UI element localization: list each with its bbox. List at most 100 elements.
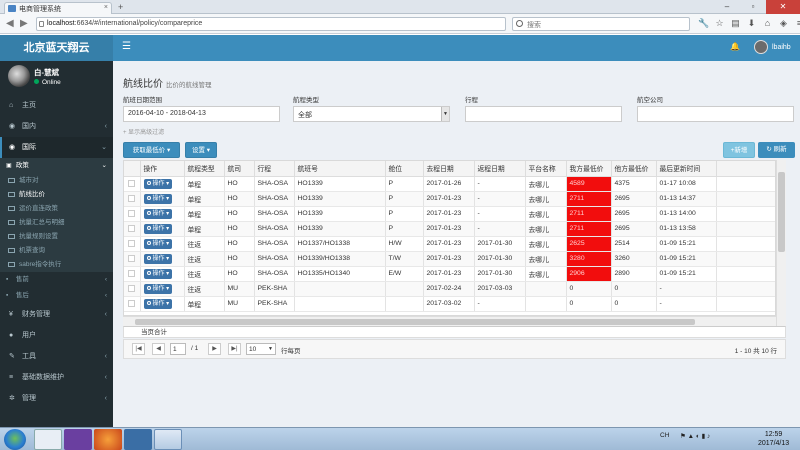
browser-search-input[interactable]: 搜索 (512, 17, 690, 31)
table-row[interactable]: 操作 ▾ 单程 HO SHA-OSA HO1339 P 2017-01-23- 去哪儿 2711… (124, 206, 775, 222)
advanced-filter-link[interactable]: + 显示高级过滤 (123, 127, 164, 136)
horizontal-scrollbar[interactable] (123, 316, 776, 326)
row-op-button[interactable]: 操作 ▾ (143, 223, 173, 234)
sidebar-item-home[interactable]: ⌂ 主页 (0, 95, 113, 116)
column-header[interactable]: 航司 (224, 161, 255, 177)
get-lowest-price-button[interactable]: 获取最低价 ▾ (123, 142, 180, 158)
sidebar-item-policy[interactable]: ▣ 政策 ⌄ (0, 158, 113, 174)
tools-icon[interactable]: 🔧 (698, 17, 709, 30)
input-language[interactable]: CH (660, 432, 669, 439)
sidebar-item-finance[interactable]: ¥ 财务管理 ‹ (0, 304, 113, 325)
row-op-button[interactable]: 操作 ▾ (143, 178, 173, 189)
start-button[interactable] (4, 429, 26, 450)
table-row[interactable]: 操作 ▾ 单程 MU PEK-SHA 2017-03-02-0 0- (124, 296, 775, 312)
next-page-button[interactable]: ▶ (208, 343, 221, 355)
row-op-button[interactable]: 操作 ▾ (143, 268, 173, 279)
column-header[interactable]: 他方最低价 (611, 161, 657, 177)
maximize-button[interactable]: ▫ (740, 0, 766, 14)
download-icon[interactable]: ⬇ (746, 17, 757, 30)
tray-icons[interactable]: ⚑ ▲ ◐ ▮ ♪ (680, 432, 710, 440)
table-row[interactable]: 操作 ▾ 单程 HO SHA-OSA HO1339 P 2017-01-23- 去哪儿 2711… (124, 191, 775, 207)
table-row[interactable]: 操作 ▾ 单程 HO SHA-OSA HO1339 P 2017-01-23- 去哪儿 2711… (124, 221, 775, 237)
sidebar-item-aftersale[interactable]: ▪ 售后 ‹ (0, 288, 113, 304)
row-op-button[interactable]: 操作 ▾ (143, 283, 173, 294)
add-button[interactable]: +新增 (723, 142, 755, 158)
last-page-button[interactable]: ▶| (228, 343, 241, 355)
taskbar-app-firefox[interactable] (94, 429, 122, 450)
taskbar-app-explorer[interactable] (34, 429, 62, 450)
back-icon[interactable]: ◀ (6, 18, 14, 30)
minimize-button[interactable]: – (714, 0, 740, 14)
vertical-scrollbar[interactable] (776, 160, 786, 326)
sidebar-item-basedata[interactable]: ≡ 基础数据维护 ‹ (0, 367, 113, 388)
user-avatar[interactable] (754, 40, 768, 54)
close-window-button[interactable]: ✕ (766, 0, 800, 14)
select-all-header[interactable] (124, 161, 141, 177)
table-row[interactable]: 操作 ▾ 往返 HO SHA-OSA HO1339/HO1338 T/W 2017-01-2… (124, 251, 775, 267)
column-header[interactable]: 航程类型 (184, 161, 225, 177)
table-row[interactable]: 操作 ▾ 往返 HO SHA-OSA HO1335/HO1340 E/W 2017-01-2… (124, 266, 775, 282)
browser-tab[interactable]: 电商管理系统 × (4, 2, 112, 14)
row-checkbox[interactable] (124, 206, 141, 222)
sidebar-item-city-pair[interactable]: 城市对 (0, 174, 113, 188)
star-icon[interactable]: ☆ (714, 17, 725, 30)
sidebar-item-sabre[interactable]: sabre指令执行 (0, 258, 113, 272)
column-header[interactable]: 最后更新时间 (656, 161, 717, 177)
scrollbar-thumb[interactable] (778, 172, 785, 252)
table-row[interactable]: 操作 ▾ 往返 HO SHA-OSA HO1337/HO1338 H/W 2017-01-2… (124, 236, 775, 252)
first-page-button[interactable]: |◀ (132, 343, 145, 355)
sidebar-item-international[interactable]: ◉ 国际 ⌄ (0, 137, 113, 158)
taskbar-clock[interactable]: 12:59 2017/4/13 (758, 430, 789, 448)
taskbar-app-browser-active[interactable] (154, 429, 182, 450)
menu-icon[interactable]: ≡ (794, 17, 800, 30)
sidebar-item-tools[interactable]: ✎ 工具 ‹ (0, 346, 113, 367)
sidebar-item-route-compare[interactable]: 航线比价 (0, 188, 113, 202)
taskbar-app-visualstudio[interactable] (64, 429, 92, 450)
date-range-input[interactable]: 2016-04-10 - 2018-04-13 (123, 106, 280, 122)
close-tab-icon[interactable]: × (104, 4, 108, 11)
column-header[interactable]: 舱位 (385, 161, 424, 177)
row-op-button[interactable]: 操作 ▾ (143, 253, 173, 264)
sidebar-item-admin[interactable]: ✲ 管理 ‹ (0, 388, 113, 409)
table-row[interactable]: 操作 ▾ 单程 HO SHA-OSA HO1339 P 2017-01-26- 去哪儿 4589… (124, 176, 775, 192)
row-checkbox[interactable] (124, 191, 141, 207)
row-op-button[interactable]: 操作 ▾ (143, 193, 173, 204)
route-type-select[interactable]: 全部 ▼ (293, 106, 450, 122)
address-bar[interactable]: localhost:6634/#/international/policy/co… (36, 17, 506, 31)
row-checkbox[interactable] (124, 251, 141, 267)
brand-logo[interactable]: 北京蓝天翔云 (0, 35, 113, 61)
table-row[interactable]: 操作 ▾ 往返 MU PEK-SHA 2017-02-24 2017-03-03 0 0- (124, 281, 775, 297)
home-browser-icon[interactable]: ⌂ (762, 17, 773, 30)
sidebar-item-ticket-query[interactable]: 机票查询 (0, 244, 113, 258)
page-size-select[interactable]: 10 ▼ (246, 343, 276, 355)
scrollbar-thumb[interactable] (135, 319, 695, 325)
header-user-name[interactable]: lbaihb (772, 44, 791, 51)
row-checkbox[interactable] (124, 296, 141, 312)
column-header[interactable]: 操作 (140, 161, 185, 177)
taskbar-app-tool[interactable] (124, 429, 152, 450)
sidebar-item-summary[interactable]: 抗量汇总与明细 (0, 216, 113, 230)
row-op-button[interactable]: 操作 ▾ (143, 238, 173, 249)
row-op-button[interactable]: 操作 ▾ (143, 298, 173, 309)
row-checkbox[interactable] (124, 266, 141, 282)
shield-icon[interactable]: ◈ (778, 17, 789, 30)
forward-icon[interactable]: ▶ (20, 18, 28, 30)
new-tab-button[interactable]: + (118, 2, 123, 12)
bookmarks-icon[interactable]: ▤ (730, 17, 741, 30)
row-checkbox[interactable] (124, 236, 141, 252)
notification-bell-icon[interactable]: 🔔 (730, 42, 740, 51)
column-header[interactable]: 平台名称 (525, 161, 567, 177)
column-header[interactable]: 去程日期 (423, 161, 475, 177)
airline-input[interactable] (637, 106, 794, 122)
row-checkbox[interactable] (124, 176, 141, 192)
row-checkbox[interactable] (124, 281, 141, 297)
route-input[interactable] (465, 106, 622, 122)
sidebar-item-users[interactable]: ● 用户 (0, 325, 113, 346)
sidebar-toggle-icon[interactable]: ☰ (122, 41, 131, 52)
prev-page-button[interactable]: ◀ (152, 343, 165, 355)
settings-button[interactable]: 设置 ▾ (185, 142, 217, 158)
sidebar-item-domestic[interactable]: ◉ 国内 ‹ (0, 116, 113, 137)
column-header[interactable]: 我方最低价 (566, 161, 612, 177)
refresh-button[interactable]: ↻ 刷新 (758, 142, 795, 158)
row-checkbox[interactable] (124, 221, 141, 237)
